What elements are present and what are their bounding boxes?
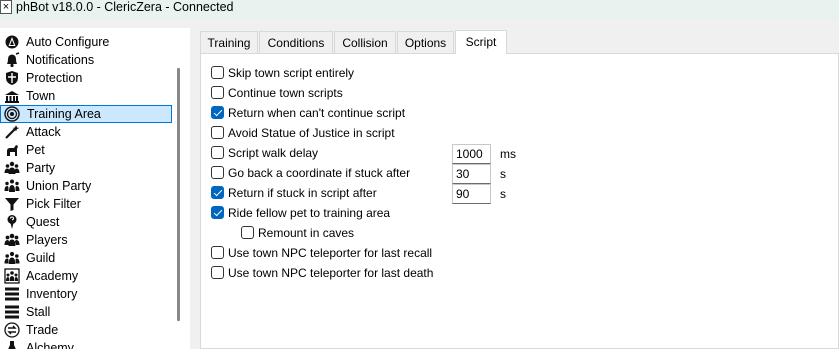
stall-icon <box>4 304 20 320</box>
npc-teleporter-death-label: Use town NPC teleporter for last death <box>228 266 434 280</box>
go-back-coordinate-label: Go back a coordinate if stuck after <box>228 166 411 180</box>
town-icon <box>4 88 20 104</box>
sidebar-item-town[interactable]: Town <box>0 87 172 105</box>
return-cant-continue-checkbox[interactable] <box>211 106 224 119</box>
sidebar-item-players[interactable]: Players <box>0 231 172 249</box>
ride-fellow-pet-checkbox[interactable] <box>211 206 224 219</box>
tab-options[interactable]: Options <box>397 31 454 53</box>
sidebar-item-label: Academy <box>26 269 79 283</box>
sidebar-item-quest[interactable]: Quest <box>0 213 172 231</box>
npc-teleporter-recall-label: Use town NPC teleporter for last recall <box>228 246 433 260</box>
tab-conditions[interactable]: Conditions <box>259 31 333 53</box>
sidebar-item-auto-configure[interactable]: Auto Configure <box>0 33 172 51</box>
go-back-coordinate-checkbox[interactable] <box>211 166 224 179</box>
script-walk-delay-checkbox[interactable] <box>211 146 224 159</box>
sidebar-scrollbar[interactable] <box>177 68 180 321</box>
sidebar-item-label: Trade <box>26 323 59 337</box>
sidebar-item-pet[interactable]: Pet <box>0 141 172 159</box>
sidebar-item-label: Quest <box>26 215 60 229</box>
return-cant-continue-label: Return when can't continue script <box>228 106 406 120</box>
sidebar-item-label: Alchemy <box>26 341 74 349</box>
skip-town-script-label: Skip town script entirely <box>228 66 355 80</box>
sidebar-item-label: Auto Configure <box>26 35 110 49</box>
return-if-stuck-checkbox[interactable] <box>211 186 224 199</box>
npc-teleporter-recall-checkbox[interactable] <box>211 246 224 259</box>
close-x-icon[interactable]: × <box>0 0 12 14</box>
shield-icon <box>4 70 20 86</box>
script-walk-delay-label: Script walk delay <box>228 146 319 160</box>
sidebar-item-guild[interactable]: Guild <box>0 249 172 267</box>
sidebar-item-label: Party <box>26 161 56 175</box>
alchemy-icon <box>4 340 20 349</box>
sidebar-item-label: Training Area <box>27 107 101 121</box>
party-icon <box>4 160 20 176</box>
sidebar-item-label: Stall <box>26 305 51 319</box>
sidebar-item-notifications[interactable]: Notifications <box>0 51 172 69</box>
target-icon <box>4 106 20 122</box>
bell-icon <box>4 52 20 68</box>
go-back-coordinate-unit: s <box>500 167 506 181</box>
title-bar: × phBot v18.0.0 - ClericZera - Connected <box>0 0 839 20</box>
sidebar-item-label: Inventory <box>26 287 78 301</box>
remount-in-caves-checkbox[interactable] <box>241 226 254 239</box>
sidebar-item-training-area[interactable]: Training Area <box>0 105 172 123</box>
wand-icon <box>4 124 20 140</box>
sidebar: Auto Configure Notifications Protection Tow… <box>0 28 190 349</box>
skip-town-script-checkbox[interactable] <box>211 66 224 79</box>
sidebar-item-trade[interactable]: Trade <box>0 321 172 339</box>
tab-script[interactable]: Script <box>455 30 507 54</box>
tab-collision[interactable]: Collision <box>334 31 396 53</box>
sidebar-item-label: Attack <box>26 125 61 139</box>
sidebar-item-stall[interactable]: Stall <box>0 303 172 321</box>
go-back-coordinate-input[interactable]: 30 <box>452 164 491 184</box>
guild-icon <box>4 250 20 266</box>
script-walk-delay-input[interactable]: 1000 <box>452 144 491 164</box>
sidebar-item-label: Town <box>26 89 56 103</box>
trade-icon <box>4 322 20 338</box>
sidebar-item-label: Pet <box>26 143 45 157</box>
sidebar-item-label: Guild <box>26 251 56 265</box>
academy-icon <box>4 268 20 284</box>
sidebar-item-attack[interactable]: Attack <box>0 123 172 141</box>
sidebar-item-pick-filter[interactable]: Pick Filter <box>0 195 172 213</box>
remount-in-caves-label: Remount in caves <box>258 226 355 240</box>
avoid-statue-label: Avoid Statue of Justice in script <box>228 126 395 140</box>
auto-configure-icon <box>4 34 20 50</box>
sidebar-item-academy[interactable]: Academy <box>0 267 172 285</box>
quest-icon <box>4 214 20 230</box>
continue-town-scripts-checkbox[interactable] <box>211 86 224 99</box>
filter-icon <box>4 196 20 212</box>
npc-teleporter-death-checkbox[interactable] <box>211 266 224 279</box>
sidebar-item-label: Pick Filter <box>26 197 81 211</box>
sidebar-item-inventory[interactable]: Inventory <box>0 285 172 303</box>
sidebar-item-label: Notifications <box>26 53 95 67</box>
union-party-icon <box>4 178 20 194</box>
sidebar-item-label: Protection <box>26 71 83 85</box>
sidebar-item-party[interactable]: Party <box>0 159 172 177</box>
avoid-statue-checkbox[interactable] <box>211 126 224 139</box>
continue-town-scripts-label: Continue town scripts <box>228 86 343 100</box>
sidebar-item-union-party[interactable]: Union Party <box>0 177 172 195</box>
sidebar-item-label: Union Party <box>26 179 92 193</box>
return-if-stuck-input[interactable]: 90 <box>452 184 491 204</box>
sidebar-item-label: Players <box>26 233 68 247</box>
return-if-stuck-label: Return if stuck in script after <box>228 186 377 200</box>
sidebar-item-alchemy[interactable]: Alchemy <box>0 339 172 349</box>
script-walk-delay-unit: ms <box>500 147 516 161</box>
ride-fellow-pet-label: Ride fellow pet to training area <box>228 206 391 220</box>
tab-training[interactable]: Training <box>200 31 258 53</box>
inventory-icon <box>4 286 20 302</box>
players-icon <box>4 232 20 248</box>
sidebar-item-protection[interactable]: Protection <box>0 69 172 87</box>
window-title: phBot v18.0.0 - ClericZera - Connected <box>16 0 234 14</box>
return-if-stuck-unit: s <box>500 187 506 201</box>
pet-icon <box>4 142 20 158</box>
